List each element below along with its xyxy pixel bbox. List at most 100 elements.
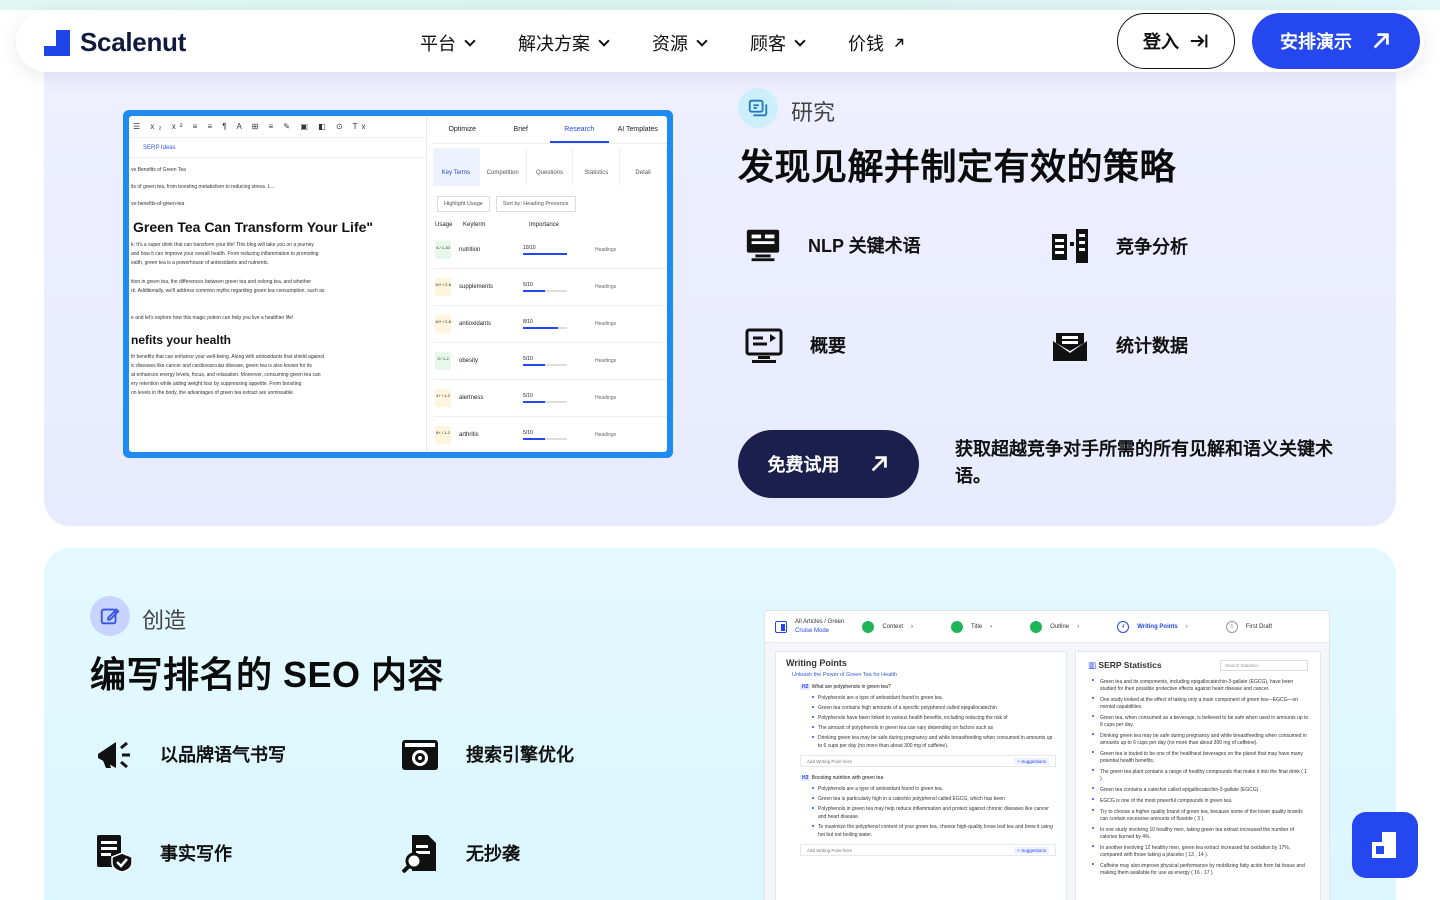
article-text: e and let's explore how this magic potio…: [131, 315, 294, 321]
writing-heading: H2 What are polyphenols in green tea?: [800, 684, 891, 690]
importance-bar-fill: [523, 438, 545, 440]
keyterm-row: 3 / 1-2 obesity 5/10 Headings: [433, 343, 667, 380]
article-subheading: nefits your health: [131, 333, 232, 347]
writing-point: The amount of polyphenols in green tea c…: [776, 723, 1066, 733]
writing-point: Polyphenols in green tea may help reduce…: [776, 804, 1066, 822]
writing-points-list: Polyphenols are a type of antioxidant fo…: [776, 784, 1066, 840]
statistic-item: Drinking green tea may be safe during pr…: [1076, 731, 1320, 749]
keyterm-rows: 4 / 1-10 nutrition 10/10 Headings 10+ / 2-6 s…: [433, 232, 667, 452]
article-text: and how it can improve your overall heal…: [131, 251, 319, 257]
chevron-down-icon: [464, 35, 476, 47]
create-label: 创造: [142, 608, 187, 633]
statistic-item: EGCG is one of the most powerful compoun…: [1076, 796, 1320, 807]
keyterm-label: antioxidants: [459, 321, 492, 327]
importance-score: 5/10: [523, 430, 533, 436]
step-number-icon: 4: [1117, 620, 1130, 633]
suggestions-button: + Suggestions: [1014, 847, 1049, 854]
importance-score: 10/10: [523, 245, 536, 251]
usage-badge: 10+ / 2-6: [435, 278, 451, 296]
statistic-item: In one study involving 10 healthy men, t…: [1076, 825, 1320, 843]
writing-point: Polyphenols are a type of antioxidant fo…: [776, 693, 1066, 703]
meta-line: ve Benefits of Green Tea: [131, 167, 186, 173]
heading-tag: Headings: [595, 395, 617, 401]
step-outline: Outline ›: [1030, 620, 1079, 633]
step-number-icon: 5: [1225, 620, 1238, 633]
article-text: on levels in the body, the advantages of…: [131, 390, 295, 396]
article-text: at enhances energy levels, focus, and re…: [131, 372, 321, 378]
keyterm-label: supplements: [459, 284, 494, 290]
chat-widget-button[interactable]: [1352, 812, 1418, 878]
writing-point: Green tea is particularly high in a cate…: [776, 794, 1066, 804]
keyterm-label: alertness: [459, 395, 484, 401]
editor-toolbar: ☰ x₂ x² ≡ ≡ ¶ A ⊞ ≡ ✎ ▣ ◧ ⊙ Tx: [129, 116, 426, 138]
article-text: k; It's a super drink that can transform…: [131, 242, 314, 248]
statistics-list: Green tea and its components, including …: [1076, 677, 1320, 879]
subtab-competition: Competition: [480, 148, 527, 186]
seo-gear-icon: [402, 740, 438, 770]
free-trial-button[interactable]: 免费试用: [738, 430, 919, 498]
subtab-key-terms: Key Terms: [433, 148, 480, 186]
statistic-item: Try to choose a higher quality brand of …: [1076, 807, 1320, 825]
schedule-demo-label: 安排演示: [1280, 32, 1352, 52]
top-strip: [0, 0, 1440, 10]
research-title: 发现见解并制定有效的策略: [738, 146, 1177, 187]
step-context: Context ›: [862, 620, 913, 633]
arrow-up-right-icon: [871, 456, 887, 472]
create-icon: [90, 596, 130, 636]
feature-label: 无抄袭: [466, 844, 520, 864]
fact-check-icon: [97, 835, 133, 873]
chevron-down-icon: [794, 35, 806, 47]
competition-icon: [1052, 229, 1088, 263]
schedule-demo-button[interactable]: 安排演示: [1252, 13, 1420, 69]
nav-item-solutions[interactable]: 解决方案: [518, 30, 610, 56]
arrow-up-right-icon: [1373, 33, 1389, 49]
importance-bar: [523, 364, 567, 366]
feature-label: NLP 关键术语: [808, 236, 921, 256]
feature-competition: 竞争分析: [1050, 226, 1188, 266]
col-importance: Importance: [529, 222, 560, 228]
scalenut-mini-icon: [775, 620, 787, 633]
table-header: Usage Keyterm Importance: [433, 218, 667, 232]
nav-item-customers[interactable]: 顾客: [750, 30, 806, 56]
tab-research: Research: [550, 126, 609, 143]
importance-score: 5/10: [523, 393, 533, 399]
importance-bar: [523, 401, 567, 403]
usage-badge: 4+ / 1-2: [435, 389, 451, 407]
scalenut-chat-icon: [1372, 832, 1396, 858]
importance-meter: 5/10: [523, 430, 567, 440]
chevron-down-icon: [696, 35, 708, 47]
feature-statistics: 统计数据: [1050, 325, 1188, 365]
feature-fact-writing: 事实写作: [94, 833, 232, 873]
serp-ideas-link: SERP Ideas: [129, 138, 426, 158]
step-first-draft: 5 First Draft: [1225, 620, 1272, 633]
nav-item-pricing[interactable]: 价钱: [848, 30, 906, 56]
logo[interactable]: Scalenut: [44, 27, 186, 58]
cruise-steps: Context › Title › Outline › 4 Writing Points…: [862, 620, 1272, 633]
feature-label: 概要: [810, 336, 846, 356]
scalenut-logo-icon: [44, 29, 70, 56]
meta-line: its of green tea, from boosting metaboli…: [131, 184, 275, 190]
importance-bar: [523, 290, 567, 292]
feature-seo: 搜索引擎优化: [400, 734, 574, 774]
article-text: rk. Additionally, we'll address common m…: [131, 288, 325, 294]
article-text: ition in green tea, the differences betw…: [131, 279, 312, 285]
statistic-item: Green tea contains a catechin called epi…: [1076, 785, 1320, 796]
nav-item-resources[interactable]: 资源: [652, 30, 708, 56]
login-button[interactable]: 登入: [1117, 13, 1235, 69]
serp-statistics-title: ▥ SERP Statistics: [1088, 660, 1162, 670]
keyterm-label: arthritis: [459, 432, 479, 438]
feature-nlp-terms: NLP 关键术语: [744, 226, 921, 264]
feature-label: 搜索引擎优化: [466, 745, 574, 765]
statistic-item: Green tea is touted to be one of the hea…: [1076, 749, 1320, 767]
serp-statistics-pane: ▥ SERP Statistics Search Statistics Gree…: [1075, 651, 1321, 900]
col-usage: Usage: [435, 222, 453, 228]
keyterm-label: nutrition: [459, 247, 481, 253]
importance-bar: [523, 327, 567, 329]
statistic-item: Caffeine may also improve physical perfo…: [1076, 861, 1320, 879]
statistic-item: In another involving 12 healthy men, gre…: [1076, 843, 1320, 861]
cruise-mode-header: All Articles / Green Cruise Mode Context…: [765, 611, 1329, 643]
statistics-icon: [1053, 333, 1087, 361]
heading-tag: Headings: [595, 432, 617, 438]
nav-item-platform[interactable]: 平台: [420, 30, 476, 56]
heading-tag: Headings: [595, 247, 617, 253]
